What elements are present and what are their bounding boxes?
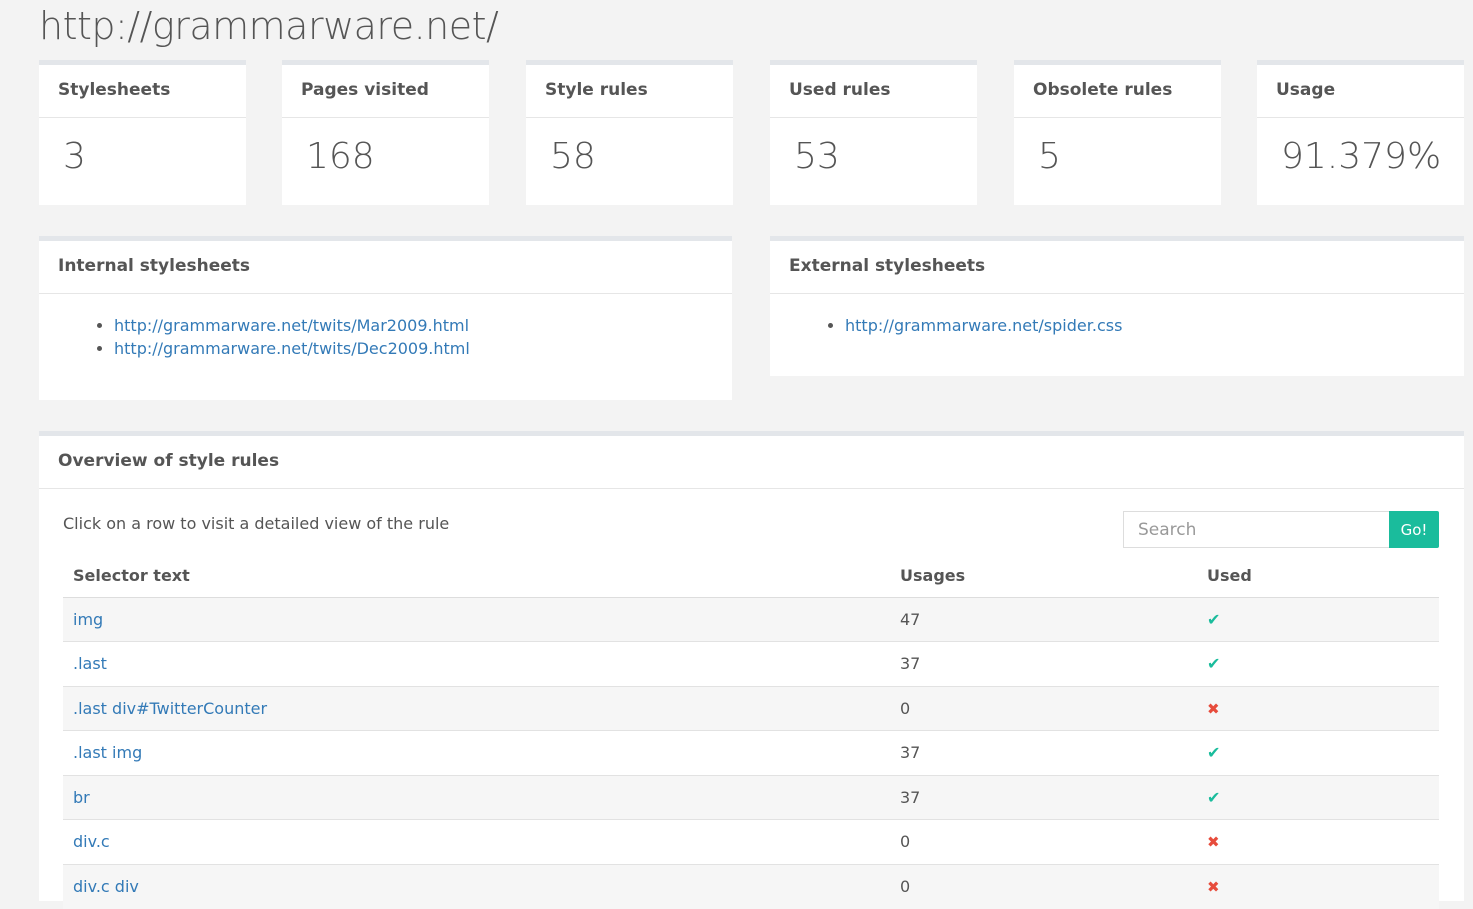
stat-value: 3 <box>63 136 86 177</box>
selector-cell: .last div#TwitterCounter <box>63 685 890 731</box>
stat-label: Stylesheets <box>39 65 246 118</box>
stat-card-style-rules: Style rules 58 <box>526 60 733 205</box>
panel-title: Internal stylesheets <box>39 241 732 294</box>
usages-cell: 37 <box>890 730 1197 775</box>
column-header-used: Used <box>1197 554 1439 598</box>
selector-link[interactable]: img <box>73 610 103 629</box>
overview-hint: Click on a row to visit a detailed view … <box>63 514 450 533</box>
selector-cell: .last <box>63 641 890 686</box>
selector-link[interactable]: div.c div <box>73 877 139 896</box>
used-cell: ✖ <box>1197 819 1439 864</box>
column-header-selector: Selector text <box>63 554 890 598</box>
usages-cell: 37 <box>890 774 1197 820</box>
usages-cell: 47 <box>890 596 1197 642</box>
stat-card-stylesheets: Stylesheets 3 <box>39 60 246 205</box>
selector-link[interactable]: .last img <box>73 743 142 762</box>
list-item: http://grammarware.net/twits/Mar2009.htm… <box>114 314 732 337</box>
stat-value: 168 <box>306 136 375 177</box>
rules-table-body: img 47 ✔ .last 37 ✔ .last div#TwitterCounter 0 ✖… <box>63 596 1439 909</box>
go-button[interactable]: Go! <box>1389 511 1439 548</box>
stylesheet-link[interactable]: http://grammarware.net/spider.css <box>845 316 1122 335</box>
stat-label: Used rules <box>770 65 977 118</box>
selector-link[interactable]: div.c <box>73 832 110 851</box>
used-cell: ✔ <box>1197 641 1439 686</box>
usages-cell: 0 <box>890 685 1197 731</box>
check-icon: ✔ <box>1207 743 1221 763</box>
usages-cell: 37 <box>890 641 1197 686</box>
cross-icon: ✖ <box>1207 833 1220 852</box>
search-input[interactable] <box>1123 511 1389 548</box>
panel-title: External stylesheets <box>770 241 1464 294</box>
stat-value: 91.379% <box>1281 136 1442 177</box>
selector-link[interactable]: .last <box>73 654 107 673</box>
stat-label: Usage <box>1257 65 1464 118</box>
used-cell: ✔ <box>1197 730 1439 775</box>
stat-value: 5 <box>1038 136 1061 177</box>
check-icon: ✔ <box>1207 787 1221 807</box>
selector-cell: img <box>63 596 890 642</box>
panel-title: Overview of style rules <box>39 436 1464 489</box>
internal-stylesheet-list: http://grammarware.net/twits/Mar2009.htm… <box>39 314 732 360</box>
used-cell: ✖ <box>1197 685 1439 731</box>
selector-cell: br <box>63 774 890 820</box>
check-icon: ✔ <box>1207 609 1221 629</box>
usages-cell: 0 <box>890 819 1197 864</box>
table-row[interactable]: .last img 37 ✔ <box>63 730 1439 775</box>
table-header-row: Selector text Usages Used <box>63 554 1439 598</box>
check-icon: ✔ <box>1207 654 1221 674</box>
selector-link[interactable]: br <box>73 788 90 807</box>
rules-table: Selector text Usages Used img 47 ✔ .last 37 ✔… <box>63 554 1439 909</box>
stat-card-obsolete-rules: Obsolete rules 5 <box>1014 60 1221 205</box>
column-header-usages: Usages <box>890 554 1197 598</box>
list-item: http://grammarware.net/spider.css <box>845 314 1464 337</box>
stat-label: Pages visited <box>282 65 489 118</box>
stat-value: 53 <box>794 136 840 177</box>
stylesheet-link[interactable]: http://grammarware.net/twits/Dec2009.htm… <box>114 339 470 358</box>
used-cell: ✔ <box>1197 774 1439 820</box>
stat-value: 58 <box>550 136 596 177</box>
stat-label: Obsolete rules <box>1014 65 1221 118</box>
external-stylesheets-panel: External stylesheets http://grammarware.… <box>770 236 1464 376</box>
used-cell: ✖ <box>1197 863 1439 909</box>
used-cell: ✔ <box>1197 596 1439 642</box>
selector-cell: div.c div <box>63 863 890 909</box>
selector-cell: div.c <box>63 819 890 864</box>
stat-card-used-rules: Used rules 53 <box>770 60 977 205</box>
table-row[interactable]: .last div#TwitterCounter 0 ✖ <box>63 685 1439 731</box>
internal-stylesheets-panel: Internal stylesheets http://grammarware.… <box>39 236 732 400</box>
table-row[interactable]: br 37 ✔ <box>63 774 1439 820</box>
cross-icon: ✖ <box>1207 878 1220 896</box>
stat-card-pages-visited: Pages visited 168 <box>282 60 489 205</box>
external-stylesheet-list: http://grammarware.net/spider.css <box>770 314 1464 337</box>
overview-panel: Overview of style rules Click on a row t… <box>39 431 1464 909</box>
cross-icon: ✖ <box>1207 699 1220 718</box>
stat-card-usage: Usage 91.379% <box>1257 60 1464 205</box>
page-title: http://grammarware.net/ <box>39 4 499 48</box>
table-row[interactable]: div.c 0 ✖ <box>63 819 1439 864</box>
stylesheet-link[interactable]: http://grammarware.net/twits/Mar2009.htm… <box>114 316 469 335</box>
table-row[interactable]: div.c div 0 ✖ <box>63 863 1439 909</box>
table-row[interactable]: .last 37 ✔ <box>63 641 1439 686</box>
table-row[interactable]: img 47 ✔ <box>63 596 1439 642</box>
usages-cell: 0 <box>890 863 1197 909</box>
selector-cell: .last img <box>63 730 890 775</box>
list-item: http://grammarware.net/twits/Dec2009.htm… <box>114 337 732 360</box>
selector-link[interactable]: .last div#TwitterCounter <box>73 699 267 718</box>
stat-label: Style rules <box>526 65 733 118</box>
